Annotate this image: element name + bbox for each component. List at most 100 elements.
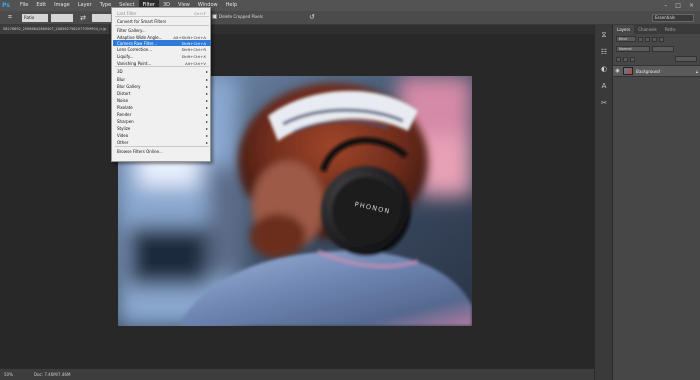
delete-cropped-pixels[interactable]: Delete Cropped Pixels	[212, 14, 263, 19]
window-controls: – □ ×	[664, 2, 700, 9]
filter-item-vanishing-point[interactable]: Vanishing Point... Alt+Ctrl+V	[113, 60, 211, 66]
menu-file[interactable]: File	[16, 0, 32, 11]
layers-panel: Layers Channels Paths Kind Normal ◉ Back…	[612, 25, 700, 380]
delete-cropped-checkbox[interactable]	[212, 14, 217, 19]
blend-row: Normal	[613, 44, 700, 54]
menu-layer[interactable]: Layer	[74, 0, 96, 11]
filter-item-stylize[interactable]: Stylize ▸	[113, 125, 211, 131]
menu-item-label: Stylize	[117, 125, 131, 131]
submenu-arrow-icon: ▸	[205, 83, 208, 89]
status-bar: 50% Doc: 7.46M/7.46M	[0, 368, 594, 380]
submenu-arrow-icon: ▸	[205, 118, 208, 124]
menu-item-shortcut: Alt+Shift+Ctrl+A	[173, 34, 206, 40]
menu-item-label: Blur Gallery	[117, 83, 141, 89]
ratio-width-field[interactable]	[51, 13, 73, 22]
lock-icon: 🔒︎	[695, 68, 698, 74]
filter-item-last-filter: Last Filter Ctrl+F	[113, 10, 211, 16]
reset-icon[interactable]: ↺	[309, 13, 315, 21]
submenu-arrow-icon: ▸	[205, 90, 208, 96]
filter-item-browse-filters-online[interactable]: Browse Filters Online...	[113, 148, 211, 154]
eye-icon[interactable]: ◉	[613, 68, 622, 74]
menu-item-label: Pixelate	[117, 104, 133, 110]
menu-item-label: Convert for Smart Filters	[117, 18, 167, 24]
menu-separator	[115, 146, 209, 147]
submenu-arrow-icon: ▸	[205, 111, 208, 117]
fill-field[interactable]	[675, 56, 697, 62]
filter-item-other[interactable]: Other ▸	[113, 139, 211, 145]
document-tab[interactable]: 58276692_20986842869407_2085627582077099…	[0, 25, 110, 34]
styles-icon[interactable]: A	[595, 79, 613, 93]
lock-all-icon[interactable]	[630, 56, 635, 62]
adjustments-icon[interactable]: ◐	[595, 62, 613, 76]
layer-name[interactable]: Background	[636, 69, 660, 74]
menu-separator	[115, 66, 209, 67]
submenu-arrow-icon: ▸	[205, 76, 208, 82]
menu-item-label: Other	[117, 139, 129, 145]
filter-item-render[interactable]: Render ▸	[113, 111, 211, 117]
filter-item-sharpen[interactable]: Sharpen ▸	[113, 118, 211, 124]
filter-type-icon[interactable]	[652, 36, 657, 42]
menu-item-label: Last Filter	[117, 10, 137, 16]
ratio-select[interactable]: Ratio	[22, 13, 48, 22]
menu-item-shortcut: Shift+Ctrl+A	[181, 40, 206, 46]
menu-item-label: Sharpen	[117, 118, 134, 124]
filter-item-video[interactable]: Video ▸	[113, 132, 211, 138]
history-icon[interactable]: ⧖	[595, 28, 613, 42]
menu-item-label: Vanishing Point...	[117, 60, 152, 66]
layer-thumbnail	[623, 67, 633, 75]
filter-item-lens-correction[interactable]: Lens Correction... Shift+Ctrl+R	[113, 46, 211, 52]
maximize-icon[interactable]: □	[675, 2, 681, 9]
panel-tool-strip: ⧖ ☷ ◐ A ✂	[594, 25, 612, 380]
menu-separator	[115, 16, 209, 17]
tab-channels[interactable]: Channels	[634, 25, 661, 34]
photoshop-logo: Ps	[2, 2, 10, 9]
lock-position-icon[interactable]	[623, 56, 628, 62]
tab-paths[interactable]: Paths	[661, 25, 680, 34]
filter-item-filter-gallery[interactable]: Filter Gallery...	[113, 27, 211, 33]
menu-separator	[115, 25, 209, 26]
swap-icon[interactable]: ⇄	[77, 13, 89, 23]
kind-filter-select[interactable]: Kind	[616, 36, 636, 42]
filter-item-pixelate[interactable]: Pixelate ▸	[113, 104, 211, 110]
menu-item-label: Adaptive Wide Angle...	[117, 34, 163, 40]
tab-layers[interactable]: Layers	[613, 25, 635, 34]
filter-item-blur[interactable]: Blur ▸	[113, 76, 211, 82]
menu-item-label: Noise	[117, 97, 129, 103]
filter-item-liquify[interactable]: Liquify... Shift+Ctrl+X	[113, 53, 211, 59]
document-info: Doc: 7.46M/7.46M	[34, 372, 71, 377]
canvas-area[interactable]: PHONON	[0, 34, 594, 368]
menu-item-label: Filter Gallery...	[117, 27, 146, 33]
tool-presets-icon[interactable]: ✂	[595, 96, 613, 110]
filter-shape-icon[interactable]	[659, 36, 664, 42]
filter-adjust-icon[interactable]	[645, 36, 650, 42]
menu-item-label: Video	[117, 132, 129, 138]
properties-icon[interactable]: ☷	[595, 45, 613, 59]
blend-mode-select[interactable]: Normal	[616, 46, 650, 52]
menu-item-label: Blur	[117, 76, 126, 82]
crop-tool-icon[interactable]: ⌗	[4, 13, 16, 23]
menu-image[interactable]: Image	[50, 0, 74, 11]
zoom-level[interactable]: 50%	[0, 372, 20, 377]
menu-item-shortcut: Ctrl+F	[193, 10, 206, 16]
close-icon[interactable]: ×	[689, 2, 694, 9]
filter-pixel-icon[interactable]	[638, 36, 643, 42]
workspace-select[interactable]: Essentials	[652, 14, 694, 22]
menu-help[interactable]: Help	[222, 0, 241, 11]
minimize-icon[interactable]: –	[664, 2, 667, 9]
filter-item-3d[interactable]: 3D ▸	[113, 68, 211, 74]
layer-filter-row: Kind	[613, 34, 700, 44]
filter-item-blur-gallery[interactable]: Blur Gallery ▸	[113, 83, 211, 89]
menu-bar: Ps File Edit Image Layer Type Select Filter 3D V…	[0, 0, 700, 11]
menu-edit[interactable]: Edit	[32, 0, 50, 11]
submenu-arrow-icon: ▸	[205, 139, 208, 145]
filter-dropdown-menu: Last Filter Ctrl+F Convert for Smart Filte…	[111, 7, 211, 162]
menu-item-label: Lens Correction...	[117, 46, 153, 52]
lock-pixels-icon[interactable]	[616, 56, 621, 62]
filter-item-distort[interactable]: Distort ▸	[113, 90, 211, 96]
layer-row-background[interactable]: ◉ Background 🔒︎	[613, 65, 700, 77]
filter-item-noise[interactable]: Noise ▸	[113, 97, 211, 103]
menu-item-label: 3D	[117, 68, 123, 74]
filter-item-convert-for-smart-filters[interactable]: Convert for Smart Filters	[113, 18, 211, 24]
opacity-field[interactable]	[652, 46, 674, 52]
menu-item-shortcut: Shift+Ctrl+X	[181, 53, 206, 59]
